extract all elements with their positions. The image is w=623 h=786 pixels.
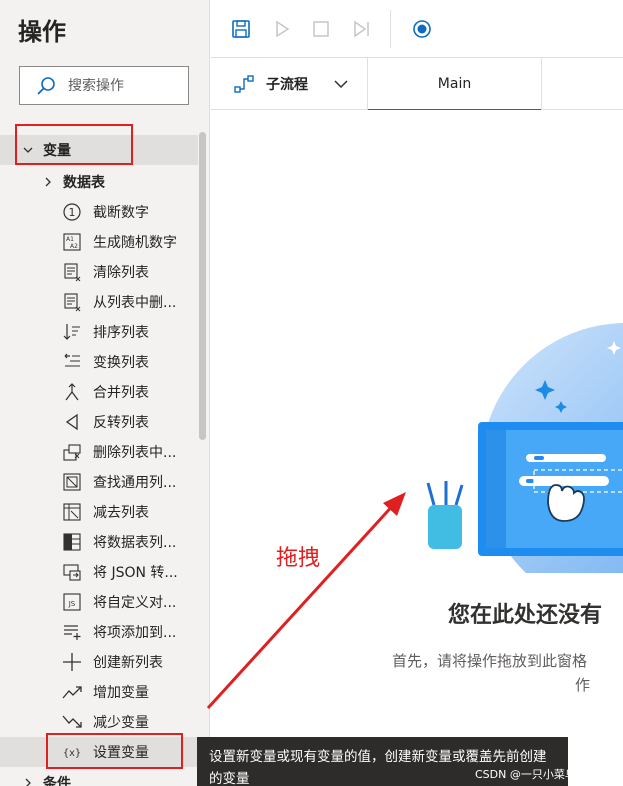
action-truncate-number[interactable]: 1 截断数字 — [0, 197, 198, 227]
action-datatable-column[interactable]: 将数据表列... — [0, 527, 198, 557]
add-item-icon — [64, 625, 81, 640]
save-icon — [232, 20, 250, 38]
run-button[interactable] — [270, 17, 294, 41]
action-label: 变换列表 — [93, 355, 149, 371]
toolbar — [211, 0, 623, 58]
drag-annotation-label: 拖拽 — [276, 546, 321, 571]
subflow-label: 子流程 — [266, 77, 308, 93]
action-label: 创建新列表 — [93, 655, 163, 671]
group-conditions-label: 条件 — [43, 776, 71, 786]
flow-canvas[interactable]: 您在此处还没有 首先，请将操作拖放到此窗格 作 — [211, 110, 623, 786]
subflow-icon — [234, 75, 254, 93]
action-label: 减去列表 — [93, 505, 149, 521]
action-label: 将数据表列... — [93, 535, 177, 551]
action-shuffle-list[interactable]: 变换列表 — [0, 347, 198, 377]
shuffle-list-icon — [64, 353, 80, 367]
reverse-list-icon — [65, 413, 78, 431]
tab-main-label: Main — [437, 76, 472, 92]
action-find-common[interactable]: 查找通用列... — [0, 467, 198, 497]
action-merge-list[interactable]: 合并列表 — [0, 377, 198, 407]
action-custom-object[interactable]: JS 将自定义对... — [0, 587, 198, 617]
action-sort-list[interactable]: 排序列表 — [0, 317, 198, 347]
search-icon — [37, 76, 55, 95]
svg-text:1: 1 — [69, 206, 76, 219]
action-random-number[interactable]: A1 A2 生成随机数字 — [0, 227, 198, 257]
action-label: 从列表中删... — [93, 295, 177, 311]
action-label: 增加变量 — [93, 685, 149, 701]
action-clear-list[interactable]: 清除列表 — [0, 257, 198, 287]
action-remove-duplicates[interactable]: 删除列表中... — [0, 437, 198, 467]
action-label: 反转列表 — [93, 415, 149, 431]
chevron-down-icon — [334, 80, 348, 89]
record-icon — [413, 20, 431, 38]
action-create-list[interactable]: 创建新列表 — [0, 647, 198, 677]
action-reverse-list[interactable]: 反转列表 — [0, 407, 198, 437]
merge-list-icon — [65, 383, 79, 401]
empty-state-illustration — [426, 323, 623, 573]
search-box[interactable] — [19, 66, 189, 105]
tab-bar: 子流程 Main — [211, 58, 623, 111]
svg-text:JS: JS — [68, 600, 76, 608]
circle-one-icon: 1 — [63, 203, 81, 221]
highlight-variables — [15, 124, 133, 165]
plus-icon — [63, 653, 81, 671]
svg-text:A1: A1 — [66, 236, 74, 243]
subtract-list-icon — [63, 503, 81, 521]
action-label: 合并列表 — [93, 385, 149, 401]
step-button[interactable] — [350, 17, 374, 41]
action-label: 截断数字 — [93, 205, 149, 221]
remove-from-list-icon — [64, 293, 81, 312]
action-label: 减少变量 — [93, 715, 149, 731]
empty-state-subtitle: 首先，请将操作拖放到此窗格 — [392, 652, 588, 670]
action-json-convert[interactable]: 将 JSON 转... — [0, 557, 198, 587]
action-increase-variable[interactable]: 增加变量 — [0, 677, 198, 707]
action-add-item[interactable]: 将项添加到... — [0, 617, 198, 647]
action-label: 将 JSON 转... — [93, 565, 178, 581]
empty-state-title: 您在此处还没有 — [448, 603, 603, 628]
highlight-set-variable — [46, 733, 183, 769]
find-common-icon — [63, 473, 81, 491]
json-convert-icon — [63, 564, 81, 581]
datatable-column-icon — [63, 533, 81, 551]
play-icon — [276, 20, 290, 38]
trend-up-icon — [62, 686, 82, 699]
action-label: 将自定义对... — [93, 595, 177, 611]
next-step-icon — [354, 20, 369, 38]
action-label: 删除列表中... — [93, 445, 177, 461]
watermark: CSDN @一只小菜鸟的博客 — [475, 768, 609, 781]
trend-down-icon — [62, 715, 82, 728]
group-datatable[interactable]: 数据表 — [0, 167, 198, 197]
svg-text:A2: A2 — [70, 243, 78, 250]
toolbar-separator — [390, 10, 391, 48]
custom-object-icon: JS — [63, 593, 81, 611]
group-conditions[interactable]: 条件 — [0, 768, 198, 786]
random-number-icon: A1A2 — [63, 233, 81, 251]
search-input[interactable] — [68, 77, 178, 94]
tab-main[interactable]: Main — [367, 58, 542, 111]
action-remove-from-list[interactable]: 从列表中删... — [0, 287, 198, 317]
action-label: 查找通用列... — [93, 475, 177, 491]
chevron-right-icon — [25, 778, 31, 786]
empty-state-subtitle-line2: 作 — [575, 676, 591, 694]
stop-button[interactable] — [309, 17, 333, 41]
actions-pane: 操作 变量 数据表 1 截断数字 A1A2 生成随机数字 清除列表 从列表中删.… — [0, 0, 210, 786]
pane-title: 操作 — [18, 18, 66, 46]
action-subtract-list[interactable]: 减去列表 — [0, 497, 198, 527]
subflow-dropdown[interactable]: 子流程 — [211, 58, 367, 110]
save-button[interactable] — [229, 17, 253, 41]
remove-duplicates-icon — [63, 444, 81, 461]
record-button[interactable] — [410, 17, 434, 41]
chevron-right-icon — [45, 177, 51, 187]
group-datatable-label: 数据表 — [63, 175, 105, 191]
clear-list-icon — [64, 263, 81, 282]
action-label: 清除列表 — [93, 265, 149, 281]
action-label: 将项添加到... — [93, 625, 177, 641]
action-label: 排序列表 — [93, 325, 149, 341]
stop-icon — [313, 21, 329, 37]
action-label: 生成随机数字 — [93, 235, 177, 251]
sort-list-icon — [63, 324, 80, 340]
pane-scrollbar[interactable] — [199, 132, 206, 440]
